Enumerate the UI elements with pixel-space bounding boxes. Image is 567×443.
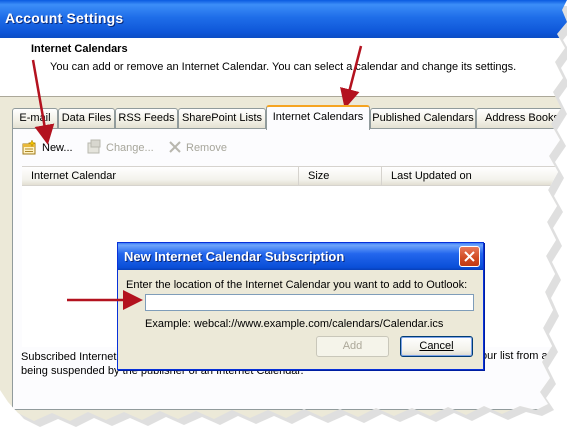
dialog-titlebar: New Internet Calendar Subscription [118, 243, 483, 270]
dialog-title: New Internet Calendar Subscription [124, 249, 345, 264]
tab-sharepoint-lists[interactable]: SharePoint Lists [178, 108, 266, 128]
dialog-close-button[interactable] [459, 246, 480, 267]
tab-label: SharePoint Lists [181, 112, 263, 124]
tab-label: Address Books [485, 112, 559, 124]
info-text-right: our list from a [481, 350, 548, 362]
close-icon [464, 251, 475, 262]
tab-strip: E-mail Data Files RSS Feeds SharePoint L… [12, 105, 567, 130]
tab-label: RSS Feeds [118, 112, 175, 124]
change-icon [86, 139, 102, 158]
dialog-prompt: Enter the location of the Internet Calen… [126, 279, 468, 291]
column-header-size[interactable]: Size [299, 167, 382, 186]
remove-icon [168, 140, 182, 157]
tab-published-calendars[interactable]: Published Calendars [370, 108, 476, 128]
tab-email[interactable]: E-mail [12, 108, 58, 128]
section-title: Internet Calendars [31, 43, 128, 55]
window-title: Account Settings [5, 10, 124, 26]
tab-label: Published Calendars [372, 112, 474, 124]
add-button-label: Add [342, 340, 363, 352]
tab-internet-calendars[interactable]: Internet Calendars [266, 105, 370, 130]
column-header-label: Last Updated on [391, 170, 472, 182]
tab-label: Internet Calendars [272, 111, 364, 123]
column-header-label: Internet Calendar [31, 170, 116, 182]
window-titlebar: Account Settings [0, 0, 567, 38]
add-button[interactable]: Add [316, 336, 389, 357]
remove-button[interactable]: Remove [168, 139, 227, 157]
new-calendar-subscription-dialog: New Internet Calendar Subscription Enter… [117, 242, 484, 370]
dialog-example: Example: webcal://www.example.com/calend… [145, 318, 444, 330]
cancel-button-label: Cancel [419, 340, 454, 352]
new-button-label: New... [42, 142, 73, 154]
tab-rss-feeds[interactable]: RSS Feeds [115, 108, 178, 128]
column-header-last-updated[interactable]: Last Updated on [382, 167, 562, 186]
change-button[interactable]: Change... [86, 139, 154, 157]
new-calendar-icon [22, 138, 38, 158]
cancel-button[interactable]: Cancel [400, 336, 473, 357]
calendar-location-input[interactable] [145, 294, 474, 311]
new-button[interactable]: New... [22, 138, 73, 158]
column-header-label: Size [308, 170, 330, 182]
tab-label: Data Files [61, 112, 112, 124]
column-header-internet-calendar[interactable]: Internet Calendar [22, 167, 299, 186]
change-button-label: Change... [106, 142, 154, 154]
tab-label: E-mail [19, 112, 51, 124]
screenshot-area: Account Settings Internet Calendars You … [0, 0, 567, 421]
tab-data-files[interactable]: Data Files [58, 108, 115, 128]
section-description: You can add or remove an Internet Calend… [50, 61, 517, 73]
remove-button-label: Remove [186, 142, 227, 154]
